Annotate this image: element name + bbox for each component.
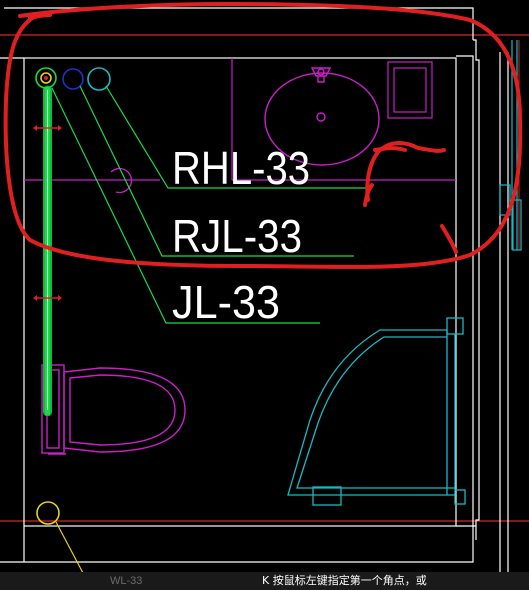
label-rjl: RJL-33 xyxy=(172,210,302,262)
command-line-bar[interactable]: WL-33 K 按鼠标左键指定第一个角点，或 xyxy=(0,572,529,590)
shower-enclosure xyxy=(287,317,466,506)
label-jl: JL-33 xyxy=(172,276,280,328)
command-ghost-text: WL-33 xyxy=(110,575,143,587)
cad-drawing-canvas[interactable]: RHL-33 RJL-33 JL-33 xyxy=(0,0,529,590)
toilet xyxy=(41,364,186,455)
command-prompt: K 按鼠标左键指定第一个角点，或 xyxy=(262,574,427,587)
label-rhl: RHL-33 xyxy=(172,142,310,194)
window-frame xyxy=(499,40,522,251)
